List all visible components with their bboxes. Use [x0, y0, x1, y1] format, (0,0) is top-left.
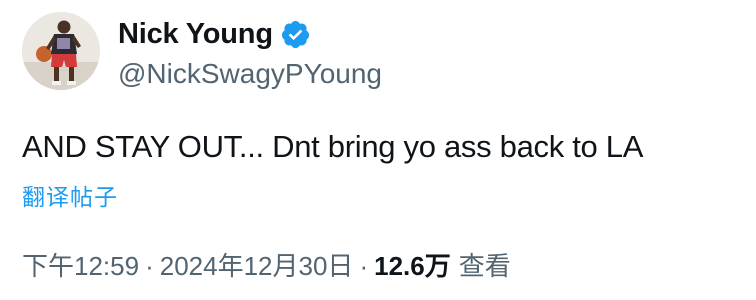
avatar[interactable] — [22, 12, 100, 90]
author-handle[interactable]: @NickSwagyPYoung — [118, 58, 382, 90]
views-count[interactable]: 12.6万 — [374, 246, 451, 283]
translate-post-link[interactable]: 翻译帖子 — [22, 178, 118, 212]
avatar-image — [22, 12, 100, 90]
tweet-meta: 下午12:59 · 2024年12月30日 · 12.6万 查看 — [22, 246, 511, 283]
meta-separator: · — [359, 251, 369, 281]
author-display-name[interactable]: Nick Young — [118, 18, 273, 51]
author-name-row: Nick Young — [118, 14, 311, 54]
verified-badge-icon[interactable] — [280, 19, 311, 50]
meta-separator: · — [145, 251, 154, 281]
tweet-time[interactable]: 下午12:59 — [22, 246, 139, 283]
tweet-card: Nick Young @NickSwagyPYoung AND STAY OUT… — [0, 0, 756, 300]
tweet-text: AND STAY OUT... Dnt bring yo ass back to… — [22, 129, 644, 164]
tweet-date[interactable]: 2024年12月30日 — [160, 246, 354, 283]
views-label[interactable]: 查看 — [459, 246, 511, 283]
